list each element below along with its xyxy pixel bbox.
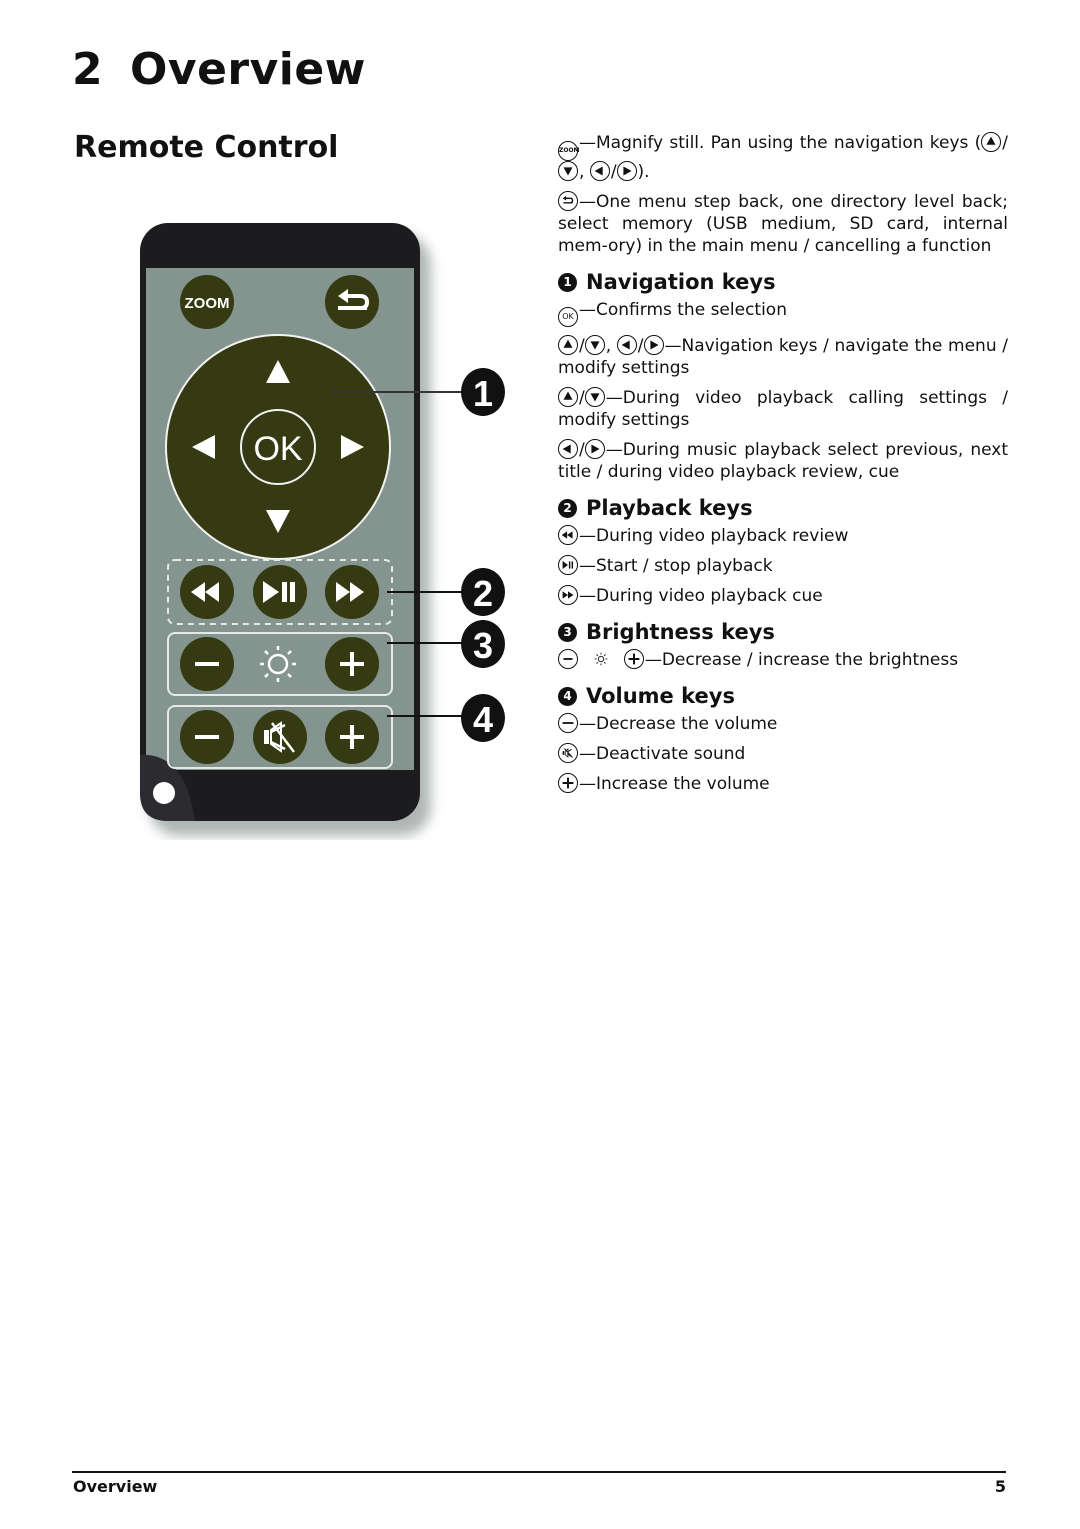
brightness-icon: [592, 649, 610, 669]
section-badge: 4: [558, 686, 577, 706]
up-key-icon: [558, 335, 578, 355]
plus-key-icon: [623, 649, 644, 669]
down-key-icon: [584, 387, 605, 407]
volume-increase-button[interactable]: [325, 710, 379, 764]
list-item: —During video playback cue: [558, 585, 1008, 607]
key-descriptions: ZOOM—Magnify still. Pan using the naviga…: [558, 132, 1008, 803]
left-key-icon: [616, 335, 637, 355]
up-key-icon: [558, 387, 578, 407]
list-item: /, / —Navigation keys / navigate the menu…: [558, 335, 1008, 378]
brightness-keys-heading: 3 Brightness keys: [558, 621, 1008, 643]
navigation-keys-heading: 1 Navigation keys: [558, 271, 1008, 293]
fast-forward-button[interactable]: [325, 565, 379, 619]
callout-badge-3: 3: [461, 620, 505, 668]
chapter-title: 2 Overview: [72, 44, 366, 95]
callout-badge-1: 1: [461, 368, 505, 416]
list-item: / —During music playback select previous,…: [558, 439, 1008, 482]
rewind-key-icon: [558, 525, 578, 545]
svg-text:4: 4: [473, 699, 493, 740]
section-badge: 3: [558, 622, 577, 642]
list-item: / —During video playback calling settings…: [558, 387, 1008, 430]
minus-key-icon: [558, 649, 578, 669]
section-badge: 2: [558, 498, 577, 518]
plus-key-icon: [558, 773, 578, 793]
ir-led-icon: [153, 782, 175, 804]
mute-key-icon: [558, 743, 578, 763]
callout-badge-4: 4: [461, 694, 505, 742]
zoom-button-label: ZOOM: [185, 295, 230, 312]
chapter-title-text: Overview: [130, 44, 366, 95]
down-key-icon: [558, 161, 578, 181]
mute-button[interactable]: [253, 710, 307, 764]
svg-text:2: 2: [473, 573, 493, 614]
navigation-pad: OK: [165, 334, 391, 560]
rewind-button[interactable]: [180, 565, 234, 619]
chapter-number: 2: [72, 44, 104, 95]
right-key-icon: [584, 439, 605, 459]
zoom-description: ZOOM—Magnify still. Pan using the naviga…: [558, 132, 1008, 182]
ok-key-icon: OK: [558, 307, 578, 327]
play-pause-key-icon: [558, 555, 578, 575]
list-item: OK —Confirms the selection: [558, 299, 1008, 327]
section-badge: 1: [558, 272, 577, 292]
svg-text:1: 1: [473, 373, 493, 414]
minus-icon: [195, 735, 219, 739]
list-item: —During video playback review: [558, 525, 1008, 547]
right-key-icon: [643, 335, 664, 355]
left-key-icon: [589, 161, 610, 181]
up-key-icon: [981, 132, 1002, 152]
remote-control-illustration: ZOOM OK 1 2 3 4: [135, 220, 525, 840]
list-item: —Start / stop playback: [558, 555, 1008, 577]
back-description: —One menu step back, one directory level…: [558, 191, 1008, 256]
list-item: —Increase the volume: [558, 773, 1008, 795]
svg-text:3: 3: [473, 625, 493, 666]
play-pause-button[interactable]: [253, 565, 307, 619]
minus-key-icon: [558, 713, 578, 733]
back-button[interactable]: [325, 275, 379, 329]
volume-decrease-button[interactable]: [180, 710, 234, 764]
brightness-increase-button[interactable]: [325, 637, 379, 691]
brightness-decrease-button[interactable]: [180, 637, 234, 691]
footer-page-number: 5: [994, 1477, 1006, 1496]
zoom-key-icon: ZOOM: [558, 141, 580, 161]
down-key-icon: [584, 335, 605, 355]
left-key-icon: [558, 439, 578, 459]
list-item: —Decrease / increase the brightness: [558, 649, 1008, 671]
footer-section-name: Overview: [73, 1477, 158, 1496]
ok-button-label: OK: [253, 430, 302, 468]
right-key-icon: [616, 161, 637, 181]
fast-forward-key-icon: [558, 585, 578, 605]
playback-keys-heading: 2 Playback keys: [558, 497, 1008, 519]
zoom-button[interactable]: ZOOM: [180, 275, 234, 329]
list-item: —Deactivate sound: [558, 743, 1008, 765]
volume-keys-heading: 4 Volume keys: [558, 685, 1008, 707]
section-title: Remote Control: [74, 130, 339, 165]
footer-rule: [72, 1471, 1006, 1473]
list-item: —Decrease the volume: [558, 713, 1008, 735]
minus-icon: [195, 662, 219, 666]
callout-badge-2: 2: [461, 568, 505, 616]
back-key-icon: [558, 191, 578, 211]
